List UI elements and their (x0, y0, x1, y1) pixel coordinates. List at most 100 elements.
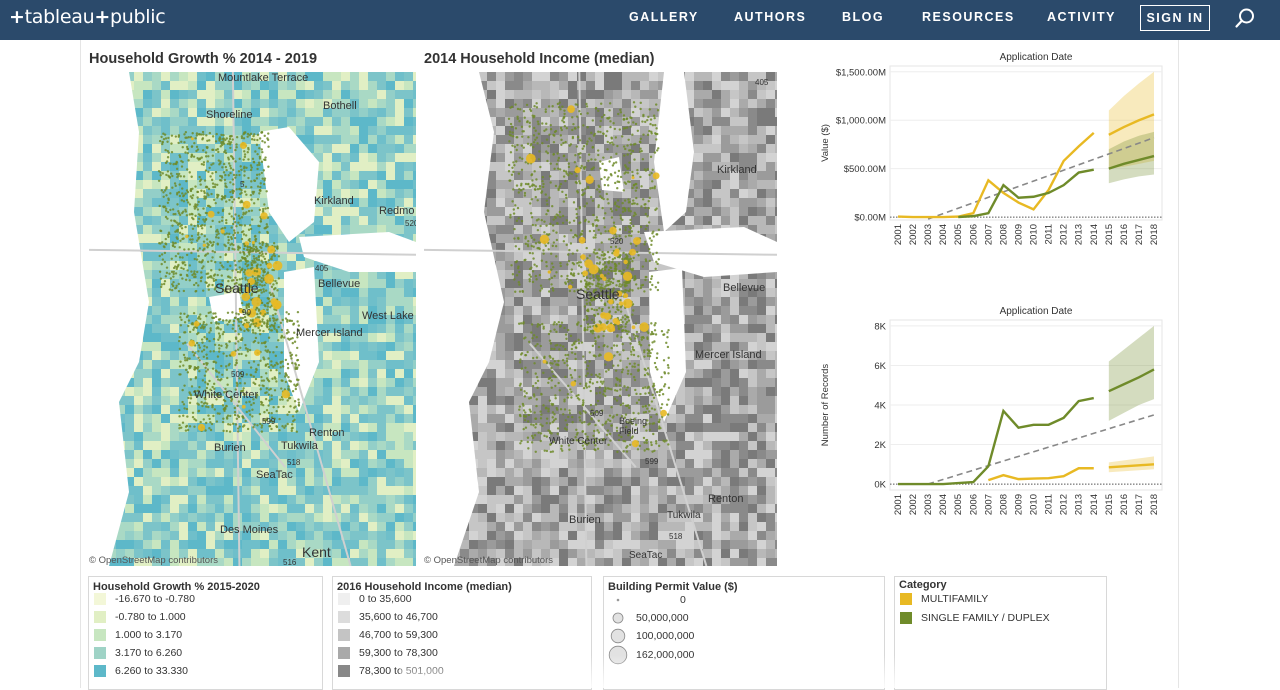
census-tract (505, 279, 515, 289)
permit-dot-single-family (274, 279, 277, 283)
highway-shield-5: 5 (240, 180, 245, 189)
census-tract (341, 315, 351, 325)
permit-dot-single-family (213, 408, 216, 411)
census-tract (386, 216, 396, 226)
nav-blog[interactable]: BLOG (842, 0, 884, 40)
census-tract (350, 423, 360, 433)
census-tract (395, 162, 405, 172)
permit-dot-single-family (267, 336, 271, 339)
census-tract (332, 315, 342, 325)
permit-dot-single-family (297, 401, 301, 404)
permit-dot-single-family (237, 320, 241, 323)
permit-dot-single-family (223, 197, 226, 200)
nav-activity[interactable]: ACTIVITY (1047, 0, 1116, 40)
census-tract (377, 153, 387, 163)
permit-dot-single-family (204, 381, 207, 384)
permit-dot-single-family (248, 348, 252, 352)
permit-dot-single-family (271, 377, 274, 380)
permit-dot-single-family (171, 224, 174, 227)
permit-dot-single-family (252, 202, 256, 205)
census-tract (332, 477, 342, 487)
census-tract (206, 90, 216, 100)
census-tract (703, 126, 713, 136)
sign-in-button[interactable]: SIGN IN (1140, 5, 1210, 31)
permit-dot-single-family (253, 247, 256, 251)
census-tract (541, 171, 551, 181)
census-tract (314, 72, 324, 82)
census-tract (739, 153, 749, 163)
census-tract (341, 495, 351, 505)
permit-dot-single-family (294, 387, 298, 391)
census-tract (368, 72, 378, 82)
permit-dot-single-family (203, 247, 206, 251)
permit-dot-single-family (259, 182, 262, 185)
census-tract (496, 162, 506, 172)
census-tract (350, 315, 360, 325)
census-tract (559, 306, 569, 316)
permit-dot-single-family (262, 169, 265, 172)
household-income-map[interactable]: Kirkland Seattle Bellevue Mercer Island … (424, 72, 777, 566)
census-tract (395, 486, 405, 496)
census-tract (125, 405, 135, 415)
permit-dot-single-family (178, 194, 182, 198)
permit-dot-single-family (260, 148, 263, 151)
permit-dot-single-family (222, 429, 225, 433)
nav-authors[interactable]: AUTHORS (734, 0, 806, 40)
permit-dot-single-family (275, 409, 278, 413)
permit-dot-single-family (164, 237, 167, 241)
permit-dot-single-family (160, 262, 163, 266)
census-tract (215, 459, 225, 469)
census-tract (775, 99, 777, 109)
permit-dot-single-family (274, 354, 278, 358)
permit-dot-single-family (193, 275, 196, 279)
nav-resources[interactable]: RESOURCES (922, 0, 1015, 40)
permit-dot-single-family (246, 151, 249, 154)
census-tract (161, 108, 171, 118)
household-growth-map[interactable]: Mountlake Terrace Shoreline Bothell Kirk… (89, 72, 416, 566)
census-tract (613, 117, 623, 127)
permit-dot-single-family (267, 259, 271, 262)
permit-dot-single-family (205, 323, 208, 326)
census-tract (386, 549, 396, 559)
search-icon[interactable] (1234, 7, 1256, 29)
nav-gallery[interactable]: GALLERY (629, 0, 699, 40)
census-tract (134, 198, 144, 208)
census-tract (757, 108, 767, 118)
census-tract (368, 432, 378, 442)
permit-dot-single-family (259, 220, 263, 223)
permit-dot-single-family (178, 213, 182, 217)
census-tract (197, 99, 207, 109)
permit-dot-single-family (215, 370, 219, 373)
census-tract (413, 126, 416, 136)
census-tract (712, 198, 722, 208)
tableau-public-logo[interactable]: +tableau+public (9, 6, 166, 28)
permit-dot-single-family (258, 412, 262, 416)
census-tract (305, 486, 315, 496)
permit-dot-single-family (270, 398, 273, 401)
permit-dot-single-family (225, 137, 228, 140)
permit-dot-single-family (226, 414, 230, 417)
census-tract (386, 531, 396, 541)
permit-dot-single-family (259, 359, 262, 362)
census-tract (278, 90, 288, 100)
permit-dot-single-family (162, 282, 166, 286)
census-tract (386, 72, 396, 82)
permit-dot-single-family (260, 267, 263, 270)
census-tract (206, 486, 216, 496)
census-tract (685, 279, 695, 289)
osm-attribution[interactable]: © OpenStreetMap contributors (89, 555, 218, 566)
permit-dot-single-family (191, 350, 195, 354)
permit-dot-single-family (264, 345, 267, 348)
permit-dot-single-family (200, 260, 204, 263)
permit-dot-single-family (226, 311, 230, 314)
permit-dot-single-family (222, 137, 225, 140)
permit-dot-single-family (181, 237, 184, 241)
census-tract (341, 522, 351, 532)
census-tract (332, 486, 342, 496)
census-tract (377, 387, 387, 397)
permit-dot-multifamily (243, 322, 250, 329)
permit-dot-single-family (249, 366, 253, 369)
census-tract (269, 540, 279, 550)
census-tract (305, 513, 315, 523)
census-tract (278, 117, 288, 127)
